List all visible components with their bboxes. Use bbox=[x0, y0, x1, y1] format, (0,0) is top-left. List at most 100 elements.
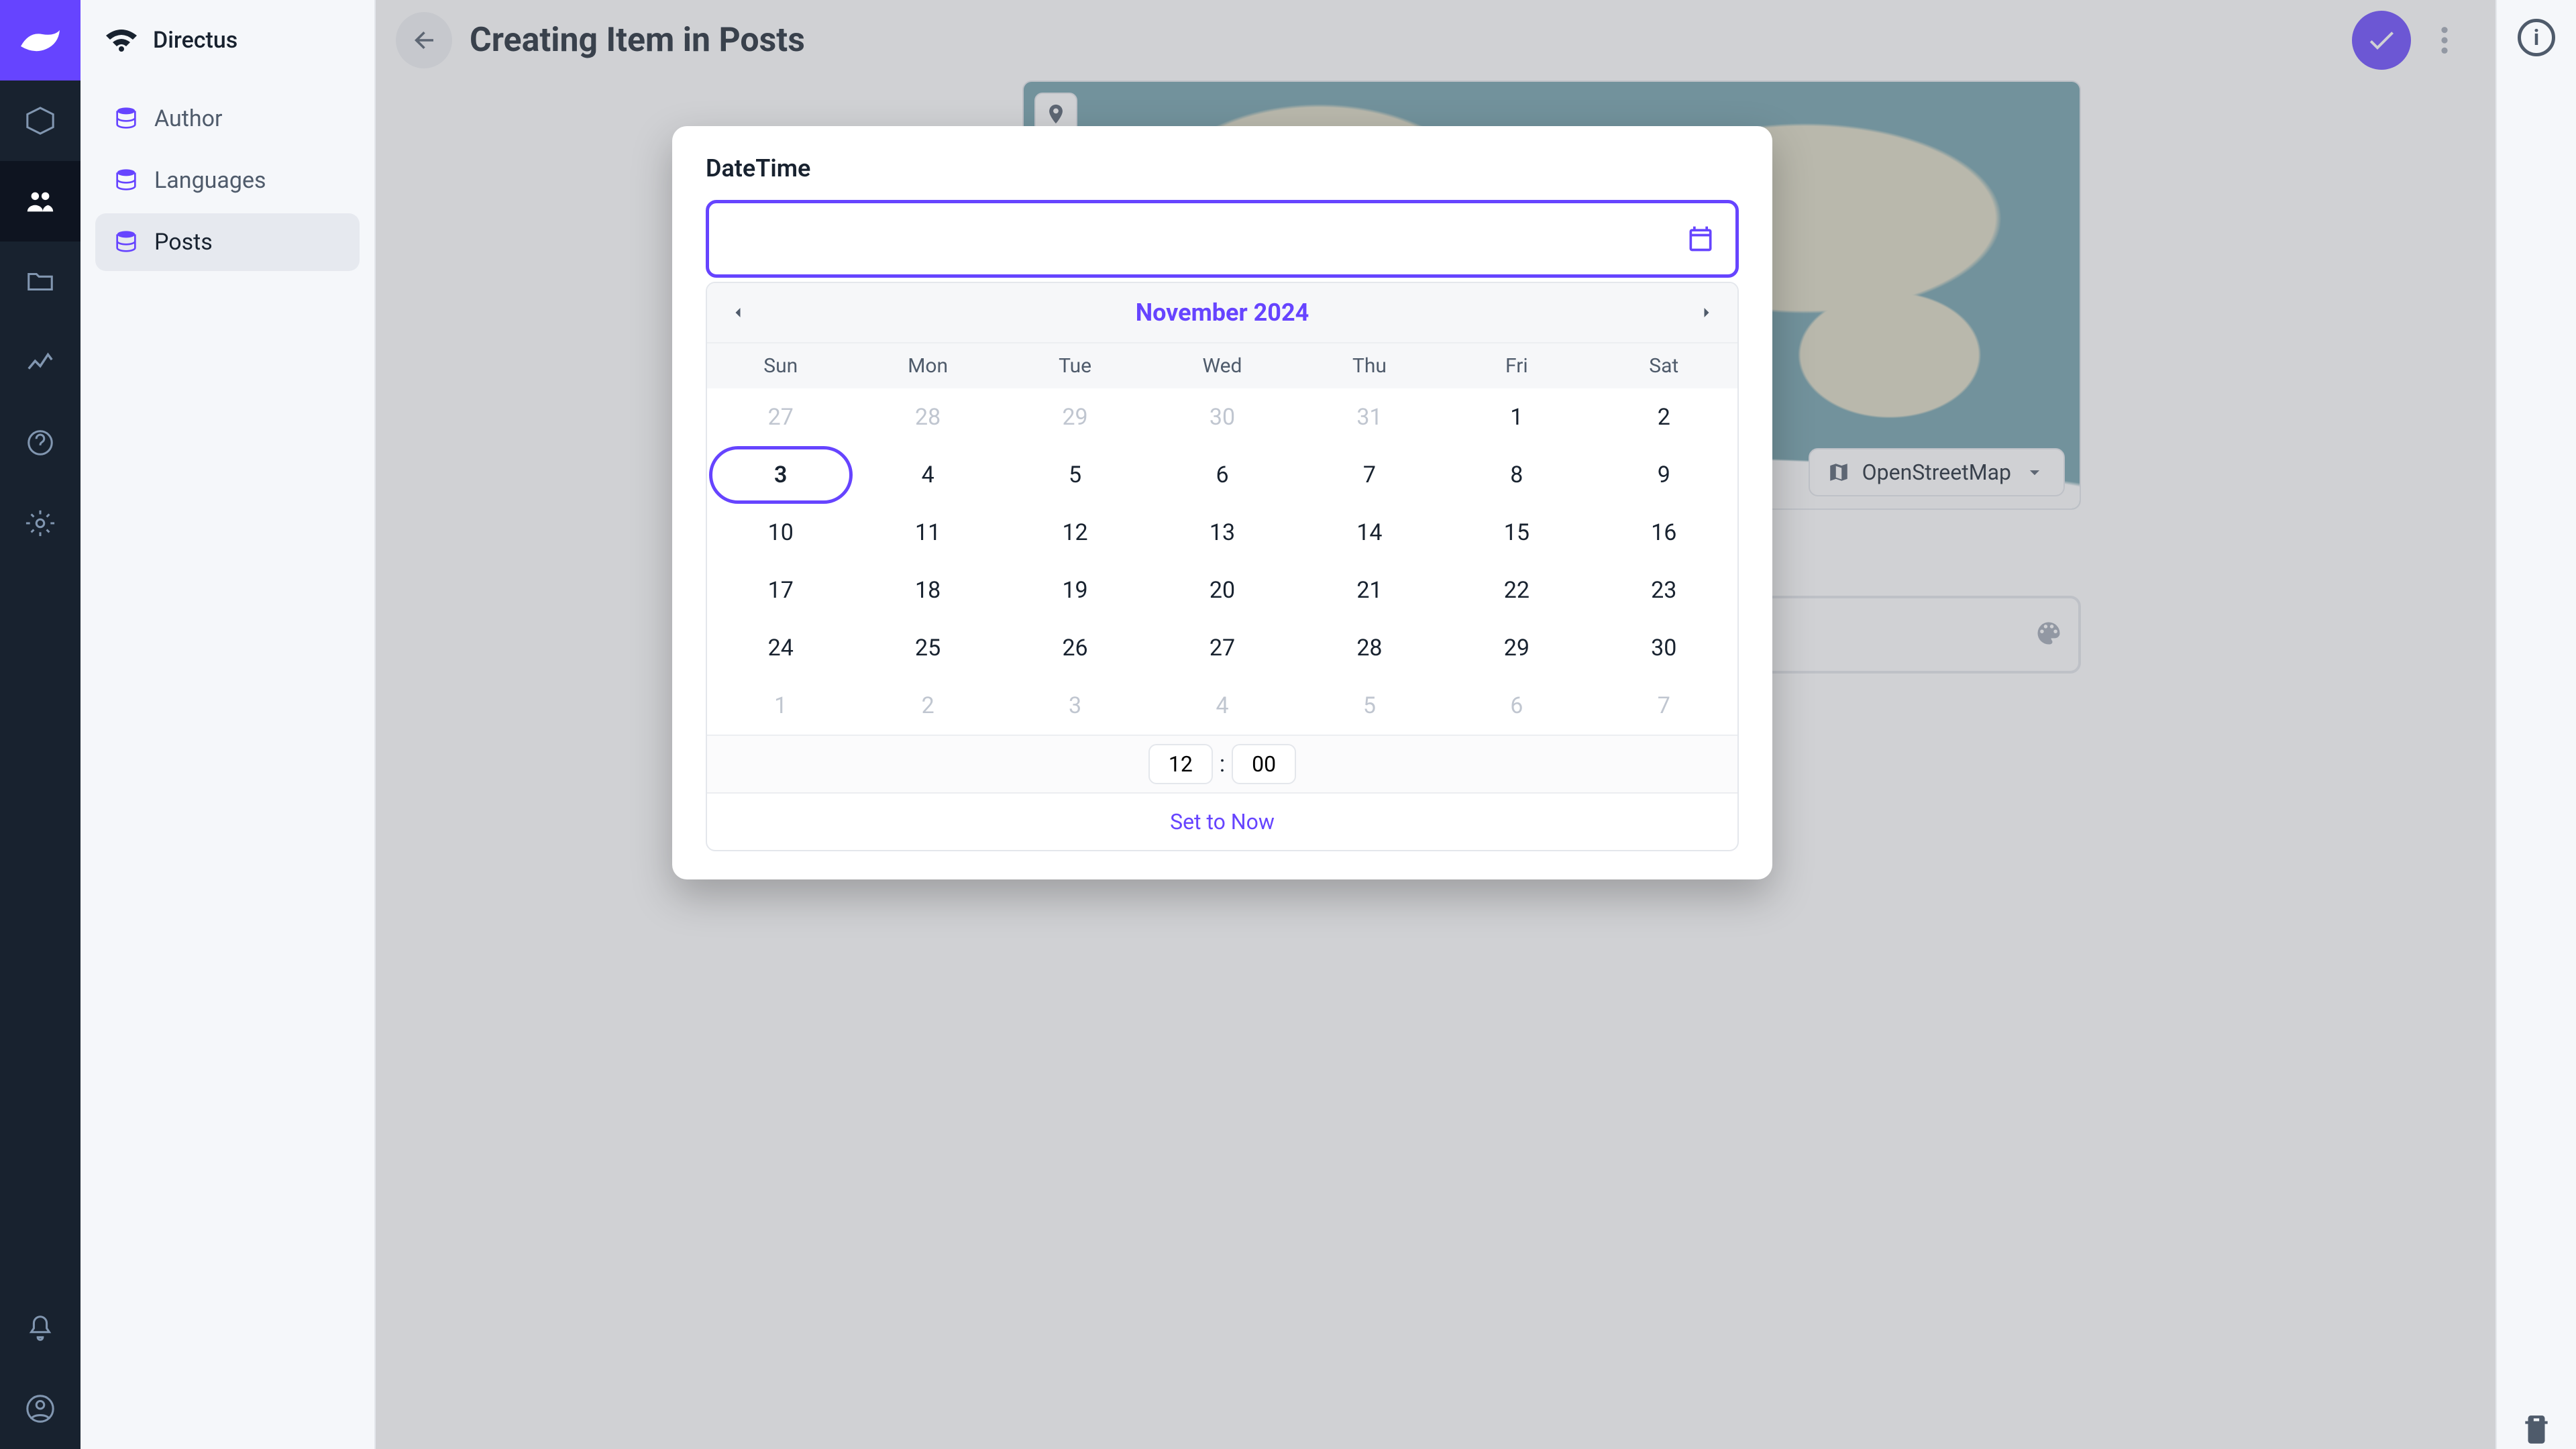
day-cell[interactable]: 6 bbox=[1148, 446, 1295, 504]
top-bar: Creating Item in Posts bbox=[376, 0, 2496, 80]
module-bar bbox=[0, 0, 80, 1449]
next-month-button[interactable] bbox=[1688, 294, 1725, 331]
collection-sidebar: Directus Author Languages Posts bbox=[80, 0, 376, 1449]
hour-input[interactable]: 12 bbox=[1148, 744, 1213, 784]
revisions-icon[interactable] bbox=[2520, 1413, 2553, 1449]
day-cell[interactable]: 13 bbox=[1148, 504, 1295, 561]
datetime-text-input[interactable] bbox=[729, 225, 1686, 253]
month-year-label[interactable]: November 2024 bbox=[1136, 299, 1309, 327]
day-cell[interactable]: 25 bbox=[854, 619, 1001, 677]
day-cell[interactable]: 29 bbox=[1002, 388, 1148, 446]
dow-cell: Tue bbox=[1002, 343, 1148, 388]
dow-cell: Fri bbox=[1443, 343, 1590, 388]
datetime-input[interactable] bbox=[706, 200, 1739, 278]
sidebar-item-author[interactable]: Author bbox=[95, 90, 360, 148]
sidebar-item-languages[interactable]: Languages bbox=[95, 152, 360, 209]
module-content[interactable] bbox=[0, 80, 80, 161]
map-icon bbox=[1827, 461, 1850, 484]
map-style-select[interactable]: OpenStreetMap bbox=[1809, 448, 2065, 496]
datetime-popover: DateTime November 2024 SunMonTueWedThuFr… bbox=[672, 126, 1772, 879]
day-cell[interactable]: 28 bbox=[1296, 619, 1443, 677]
wifi-icon bbox=[105, 28, 138, 53]
day-cell[interactable]: 4 bbox=[1148, 677, 1295, 735]
dow-cell: Mon bbox=[854, 343, 1001, 388]
brand-name: Directus bbox=[153, 27, 237, 54]
page-title: Creating Item in Posts bbox=[470, 21, 805, 60]
day-cell[interactable]: 1 bbox=[1443, 388, 1590, 446]
day-cell[interactable]: 4 bbox=[854, 446, 1001, 504]
day-cell[interactable]: 27 bbox=[1148, 619, 1295, 677]
module-docs[interactable] bbox=[0, 402, 80, 483]
time-row: 12 : 00 bbox=[707, 735, 1737, 792]
set-to-now-button[interactable]: Set to Now bbox=[707, 792, 1737, 850]
day-cell[interactable]: 23 bbox=[1591, 561, 1737, 619]
prev-month-button[interactable] bbox=[719, 294, 757, 331]
day-cell[interactable]: 22 bbox=[1443, 561, 1590, 619]
info-icon[interactable] bbox=[2518, 19, 2555, 56]
day-cell[interactable]: 21 bbox=[1296, 561, 1443, 619]
time-colon: : bbox=[1220, 751, 1225, 777]
module-users[interactable] bbox=[0, 161, 80, 241]
chevron-down-icon bbox=[2023, 461, 2046, 484]
day-cell[interactable]: 7 bbox=[1296, 446, 1443, 504]
day-cell[interactable]: 11 bbox=[854, 504, 1001, 561]
notifications-icon[interactable] bbox=[0, 1288, 80, 1368]
brand-row: Directus bbox=[80, 0, 374, 80]
day-cell[interactable]: 3 bbox=[1002, 677, 1148, 735]
date-picker: November 2024 SunMonTueWedThuFriSat 2728… bbox=[706, 282, 1739, 851]
dow-cell: Sun bbox=[707, 343, 854, 388]
day-cell[interactable]: 26 bbox=[1002, 619, 1148, 677]
day-cell[interactable]: 20 bbox=[1148, 561, 1295, 619]
day-cell[interactable]: 5 bbox=[1002, 446, 1148, 504]
day-cell[interactable]: 15 bbox=[1443, 504, 1590, 561]
module-settings[interactable] bbox=[0, 483, 80, 564]
save-button[interactable] bbox=[2352, 11, 2411, 70]
account-icon[interactable] bbox=[0, 1368, 80, 1449]
day-cell[interactable]: 1 bbox=[707, 677, 854, 735]
database-icon bbox=[113, 229, 140, 256]
day-cell[interactable]: 30 bbox=[1591, 619, 1737, 677]
datetime-label: DateTime bbox=[706, 154, 1739, 182]
dow-cell: Wed bbox=[1148, 343, 1295, 388]
day-cell[interactable]: 30 bbox=[1148, 388, 1295, 446]
day-cell[interactable]: 8 bbox=[1443, 446, 1590, 504]
day-cell[interactable]: 2 bbox=[854, 677, 1001, 735]
day-cell[interactable]: 24 bbox=[707, 619, 854, 677]
day-cell[interactable]: 16 bbox=[1591, 504, 1737, 561]
day-cell[interactable]: 9 bbox=[1591, 446, 1737, 504]
sidebar-item-label: Posts bbox=[154, 229, 213, 256]
minute-input[interactable]: 00 bbox=[1232, 744, 1296, 784]
calendar-icon[interactable] bbox=[1686, 224, 1715, 254]
collection-list: Author Languages Posts bbox=[80, 80, 374, 280]
day-cell[interactable]: 31 bbox=[1296, 388, 1443, 446]
day-cell[interactable]: 5 bbox=[1296, 677, 1443, 735]
day-cell[interactable]: 7 bbox=[1591, 677, 1737, 735]
sidebar-item-label: Author bbox=[154, 105, 223, 132]
dow-cell: Thu bbox=[1296, 343, 1443, 388]
map-style-label: OpenStreetMap bbox=[1862, 460, 2011, 485]
day-cell[interactable]: 14 bbox=[1296, 504, 1443, 561]
palette-icon[interactable] bbox=[2034, 619, 2063, 651]
directus-logo[interactable] bbox=[0, 0, 80, 80]
right-rail bbox=[2496, 0, 2576, 1449]
back-button[interactable] bbox=[396, 12, 452, 68]
day-cell[interactable]: 18 bbox=[854, 561, 1001, 619]
day-cell[interactable]: 17 bbox=[707, 561, 854, 619]
database-icon bbox=[113, 105, 140, 132]
day-cell[interactable]: 6 bbox=[1443, 677, 1590, 735]
day-cell[interactable]: 29 bbox=[1443, 619, 1590, 677]
module-files[interactable] bbox=[0, 241, 80, 322]
more-button[interactable] bbox=[2428, 25, 2461, 56]
day-cell[interactable]: 12 bbox=[1002, 504, 1148, 561]
day-cell[interactable]: 27 bbox=[707, 388, 854, 446]
day-cell[interactable]: 10 bbox=[707, 504, 854, 561]
picker-header: November 2024 bbox=[707, 283, 1737, 342]
day-cell[interactable]: 2 bbox=[1591, 388, 1737, 446]
module-insights[interactable] bbox=[0, 322, 80, 402]
day-cell[interactable]: 3 bbox=[709, 446, 853, 504]
day-cell[interactable]: 28 bbox=[854, 388, 1001, 446]
sidebar-item-label: Languages bbox=[154, 167, 266, 194]
sidebar-item-posts[interactable]: Posts bbox=[95, 213, 360, 271]
day-cell[interactable]: 19 bbox=[1002, 561, 1148, 619]
day-of-week-row: SunMonTueWedThuFriSat bbox=[707, 342, 1737, 388]
